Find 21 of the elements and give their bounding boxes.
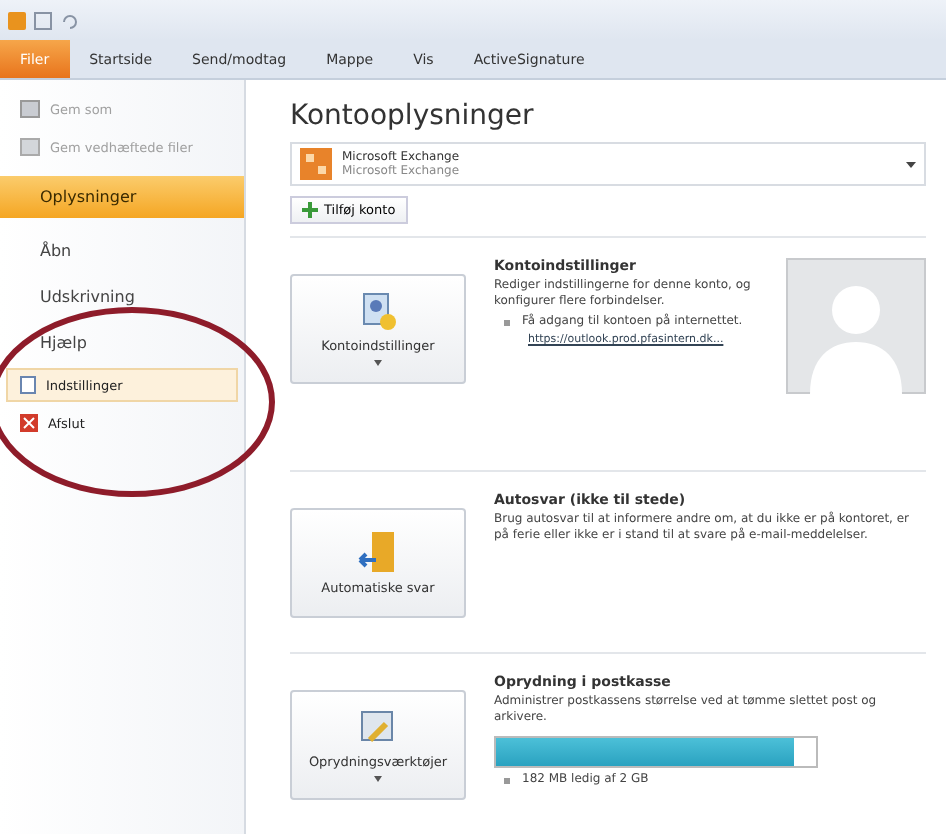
page-title: Kontooplysninger [290,100,536,132]
avatar-icon [786,258,926,394]
save-icon [20,100,40,118]
dropdown-icon [374,360,382,366]
backstage-tab[interactable]: Udskrivning [0,276,244,318]
dropdown-icon [374,776,382,782]
backstage-tab[interactable]: Oplysninger [0,176,244,218]
backstage-tab[interactable]: Åbn [0,230,244,272]
close-icon [20,414,38,432]
door-arrow-icon [358,530,398,574]
save-icon[interactable] [34,11,52,29]
dropdown-icon [906,161,916,167]
undo-icon[interactable] [60,11,78,29]
bullet-icon [504,778,510,785]
people-icon [358,292,398,332]
app-icon[interactable] [8,11,26,29]
bullet-icon [504,320,510,327]
backstage-tab[interactable]: Hjælp [0,322,244,364]
exchange-icon [300,148,332,180]
document-icon [20,376,36,394]
plus-icon [302,202,318,218]
